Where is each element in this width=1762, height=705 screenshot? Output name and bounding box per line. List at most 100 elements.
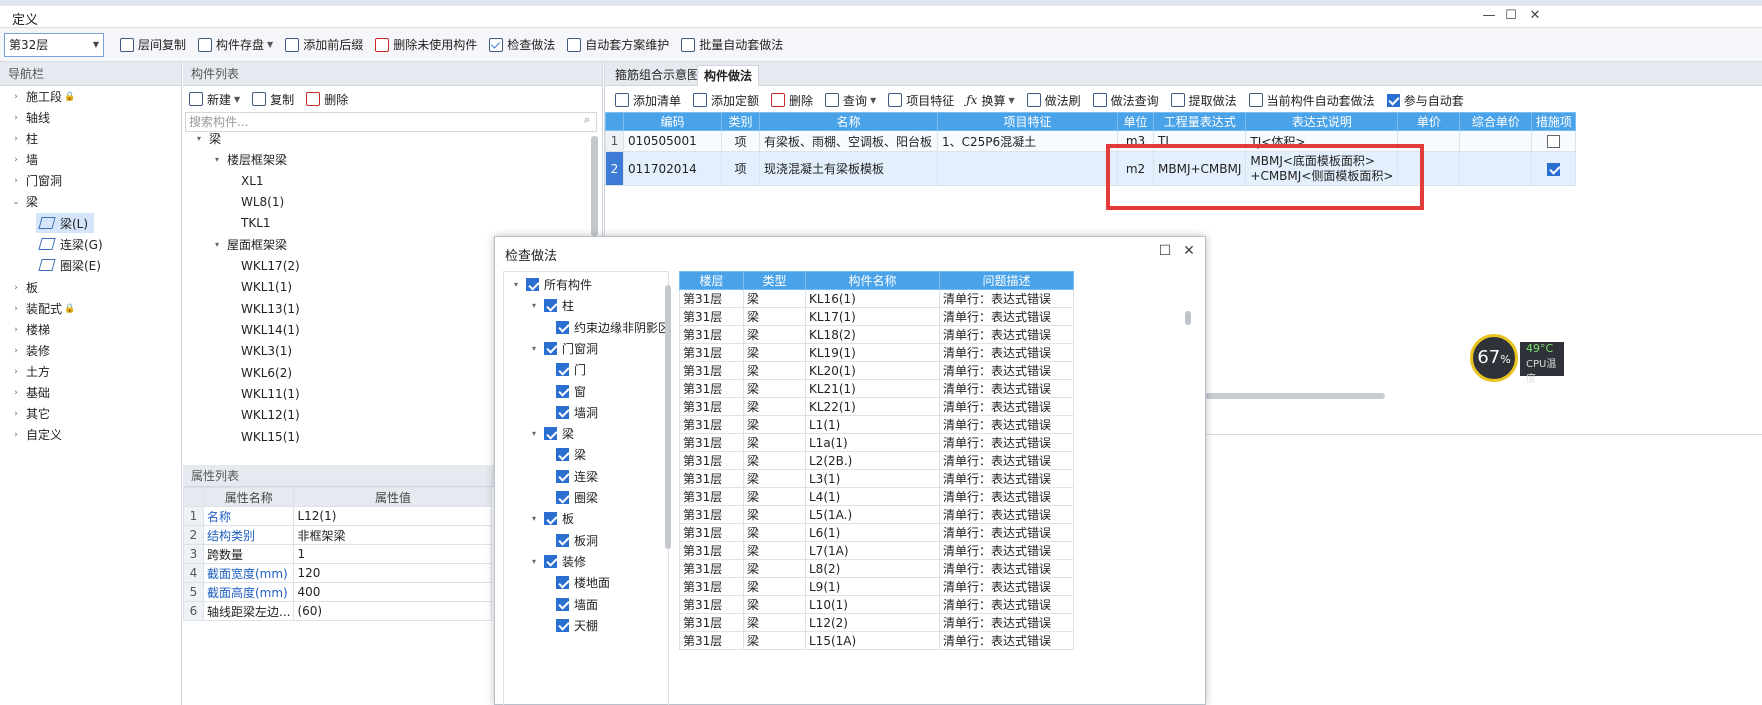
close-icon[interactable]: ✕ xyxy=(1179,243,1199,259)
tree-node[interactable]: ▾ 门窗洞 xyxy=(528,338,598,359)
issue-row[interactable]: 第31层梁 L15(1A) 清单行：表达式错误 xyxy=(679,631,1074,650)
property-value[interactable]: 非框架梁 xyxy=(293,525,493,545)
tree-checkbox[interactable] xyxy=(556,448,569,462)
close-icon[interactable]: ✕ xyxy=(1522,8,1548,26)
chevron-down-icon[interactable]: ▼ xyxy=(267,40,273,49)
cell-total-price[interactable] xyxy=(1459,130,1533,152)
tree-checkbox[interactable] xyxy=(556,405,569,419)
issue-row[interactable]: 第31层梁 L5(1A.) 清单行：表达式错误 xyxy=(679,505,1074,524)
check-method-button[interactable]: 检查做法 xyxy=(483,33,561,57)
chevron-down-icon[interactable]: ▾ xyxy=(528,557,540,566)
tree-checkbox[interactable] xyxy=(556,469,569,483)
tree-checkbox[interactable] xyxy=(544,512,557,526)
nav-item-custom[interactable]: › 自定义 xyxy=(0,424,62,445)
extract-method-button[interactable]: 提取做法 xyxy=(1165,88,1243,112)
measure-checkbox[interactable] xyxy=(1547,135,1561,148)
cell-name[interactable]: 现浇混凝土有梁板模板 xyxy=(759,151,938,186)
tree-checkbox[interactable] xyxy=(556,320,569,334)
tree-checkbox[interactable] xyxy=(556,533,569,547)
cell-measure[interactable] xyxy=(1531,130,1577,152)
cell-type[interactable]: 项 xyxy=(721,151,760,186)
chevron-down-icon[interactable]: ▾ xyxy=(528,514,540,523)
item-feature-button[interactable]: 项目特征 xyxy=(882,88,960,112)
issue-row[interactable]: 第31层梁 KL21(1) 清单行：表达式错误 xyxy=(679,379,1074,398)
tree-item[interactable]: WL8(1) xyxy=(241,191,284,212)
nav-sub-link-beam[interactable]: 连梁(G) xyxy=(36,234,109,254)
maximize-icon[interactable]: ☐ xyxy=(1155,243,1175,259)
save-component-button[interactable]: 构件存盘 ▼ xyxy=(192,33,279,57)
issue-row[interactable]: 第31层梁 L2(2B.) 清单行：表达式错误 xyxy=(679,451,1074,470)
tree-node[interactable]: 连梁 xyxy=(556,466,598,487)
property-row[interactable]: 4 截面宽度(mm) 120 xyxy=(183,563,493,583)
issue-row[interactable]: 第31层梁 L10(1) 清单行：表达式错误 xyxy=(679,595,1074,614)
issue-row[interactable]: 第31层梁 L4(1) 清单行：表达式错误 xyxy=(679,487,1074,506)
tree-node[interactable]: ▾ 板 xyxy=(528,508,574,529)
nav-item-finishes[interactable]: › 装修 xyxy=(0,340,50,361)
property-value[interactable]: 400 xyxy=(293,582,493,602)
measure-checkbox[interactable] xyxy=(1547,162,1561,176)
current-auto-method-button[interactable]: 当前构件自动套做法 xyxy=(1243,88,1381,112)
issue-row[interactable]: 第31层梁 L3(1) 清单行：表达式错误 xyxy=(679,469,1074,488)
chevron-down-icon[interactable]: ▼ xyxy=(870,96,876,105)
cell-total-price[interactable] xyxy=(1459,151,1533,186)
tree-item[interactable]: WKL12(1) xyxy=(241,404,300,425)
tree-node[interactable]: 门 xyxy=(556,359,586,380)
tree-node[interactable]: 约束边缘非阴影区 xyxy=(556,317,668,338)
nav-item-other[interactable]: › 其它 xyxy=(0,403,50,424)
cell-name[interactable]: 有梁板、雨棚、空调板、阳台板 xyxy=(759,130,938,152)
tree-item[interactable]: WKL1(1) xyxy=(241,276,292,297)
issue-row[interactable]: 第31层梁 KL22(1) 清单行：表达式错误 xyxy=(679,397,1074,416)
method-query-button[interactable]: 做法查询 xyxy=(1087,88,1165,112)
property-row[interactable]: 3 跨数量 1 xyxy=(183,544,493,564)
table-row-selected[interactable]: 2 011702014 项 现浇混凝土有梁板模板 m2 MBMJ+CMBMJ M… xyxy=(605,151,1577,186)
nav-item-wall[interactable]: › 墙 xyxy=(0,149,38,170)
cell-type[interactable]: 项 xyxy=(721,130,760,152)
issue-row[interactable]: 第31层梁 KL19(1) 清单行：表达式错误 xyxy=(679,343,1074,362)
nav-item-earthwork[interactable]: › 土方 xyxy=(0,361,50,382)
property-row[interactable]: 6 轴线距梁左边... (60) xyxy=(183,601,493,621)
tree-node[interactable]: 墙面 xyxy=(556,594,598,615)
property-value[interactable]: (60) xyxy=(293,601,493,621)
tree-item[interactable]: WKL11(1) xyxy=(241,383,300,404)
tree-checkbox[interactable] xyxy=(526,278,539,291)
nav-item-prefab[interactable]: › 装配式 🔒 xyxy=(0,298,75,319)
chevron-down-icon[interactable]: ▾ xyxy=(528,344,540,353)
tree-item[interactable]: WKL15(1) xyxy=(241,426,300,447)
add-quota-button[interactable]: 添加定额 xyxy=(687,88,765,112)
tree-checkbox[interactable] xyxy=(556,576,569,590)
cell-code[interactable]: 011702014 xyxy=(623,151,722,186)
cell-code[interactable]: 010505001 xyxy=(623,130,722,152)
property-row[interactable]: 2 结构类别 非框架梁 xyxy=(183,525,493,545)
query-button[interactable]: 查询 ▼ xyxy=(819,88,882,112)
tree-checkbox[interactable] xyxy=(556,491,569,504)
copy-component-button[interactable]: 复制 xyxy=(246,87,300,111)
tree-node[interactable]: ▾ 柱 xyxy=(528,295,574,316)
tree-node[interactable]: ▾ 梁 xyxy=(528,423,574,444)
tree-node[interactable]: 窗 xyxy=(556,381,586,402)
copy-between-floors-button[interactable]: 层间复制 xyxy=(114,33,192,57)
property-value[interactable]: 1 xyxy=(293,544,493,564)
chevron-down-icon[interactable]: ▾ xyxy=(510,280,522,289)
component-search-input[interactable]: 搜索构件... xyxy=(185,112,597,132)
component-list-scrollbar[interactable] xyxy=(591,136,598,236)
tree-group-floor-frame-beam[interactable]: ▾ 楼层框架梁 xyxy=(211,149,287,170)
issue-row[interactable]: 第31层梁 KL16(1) 清单行：表达式错误 xyxy=(679,289,1074,308)
tree-item[interactable]: WKL6(2) xyxy=(241,362,292,383)
nav-item-foundation[interactable]: › 基础 xyxy=(0,382,50,403)
issue-row[interactable]: 第31层梁 KL17(1) 清单行：表达式错误 xyxy=(679,307,1074,326)
tab-stirrup-diagram[interactable]: 箍筋组合示意图 xyxy=(609,65,705,86)
tree-node[interactable]: 楼地面 xyxy=(556,572,610,593)
chevron-down-icon[interactable]: ▾ xyxy=(528,301,540,310)
issue-row[interactable]: 第31层梁 L1a(1) 清单行：表达式错误 xyxy=(679,433,1074,452)
tree-checkbox[interactable] xyxy=(556,363,569,377)
nav-item-openings[interactable]: › 门窗洞 xyxy=(0,170,62,191)
maximize-icon[interactable]: ☐ xyxy=(1498,8,1524,26)
new-component-button[interactable]: 新建 ▼ xyxy=(183,87,246,111)
tree-group-roof-frame-beam[interactable]: ▾ 屋面框架梁 xyxy=(211,234,287,255)
nav-item-beam[interactable]: ⌄ 梁 xyxy=(0,191,38,212)
nav-item-construction-section[interactable]: › 施工段 🔒 xyxy=(0,86,75,107)
method-brush-button[interactable]: 做法刷 xyxy=(1021,88,1087,112)
search-icon[interactable]: ⌕ xyxy=(584,113,590,127)
tree-checkbox[interactable] xyxy=(544,341,557,355)
cell-feature[interactable]: 1、C25P6混凝土 xyxy=(937,130,1118,152)
